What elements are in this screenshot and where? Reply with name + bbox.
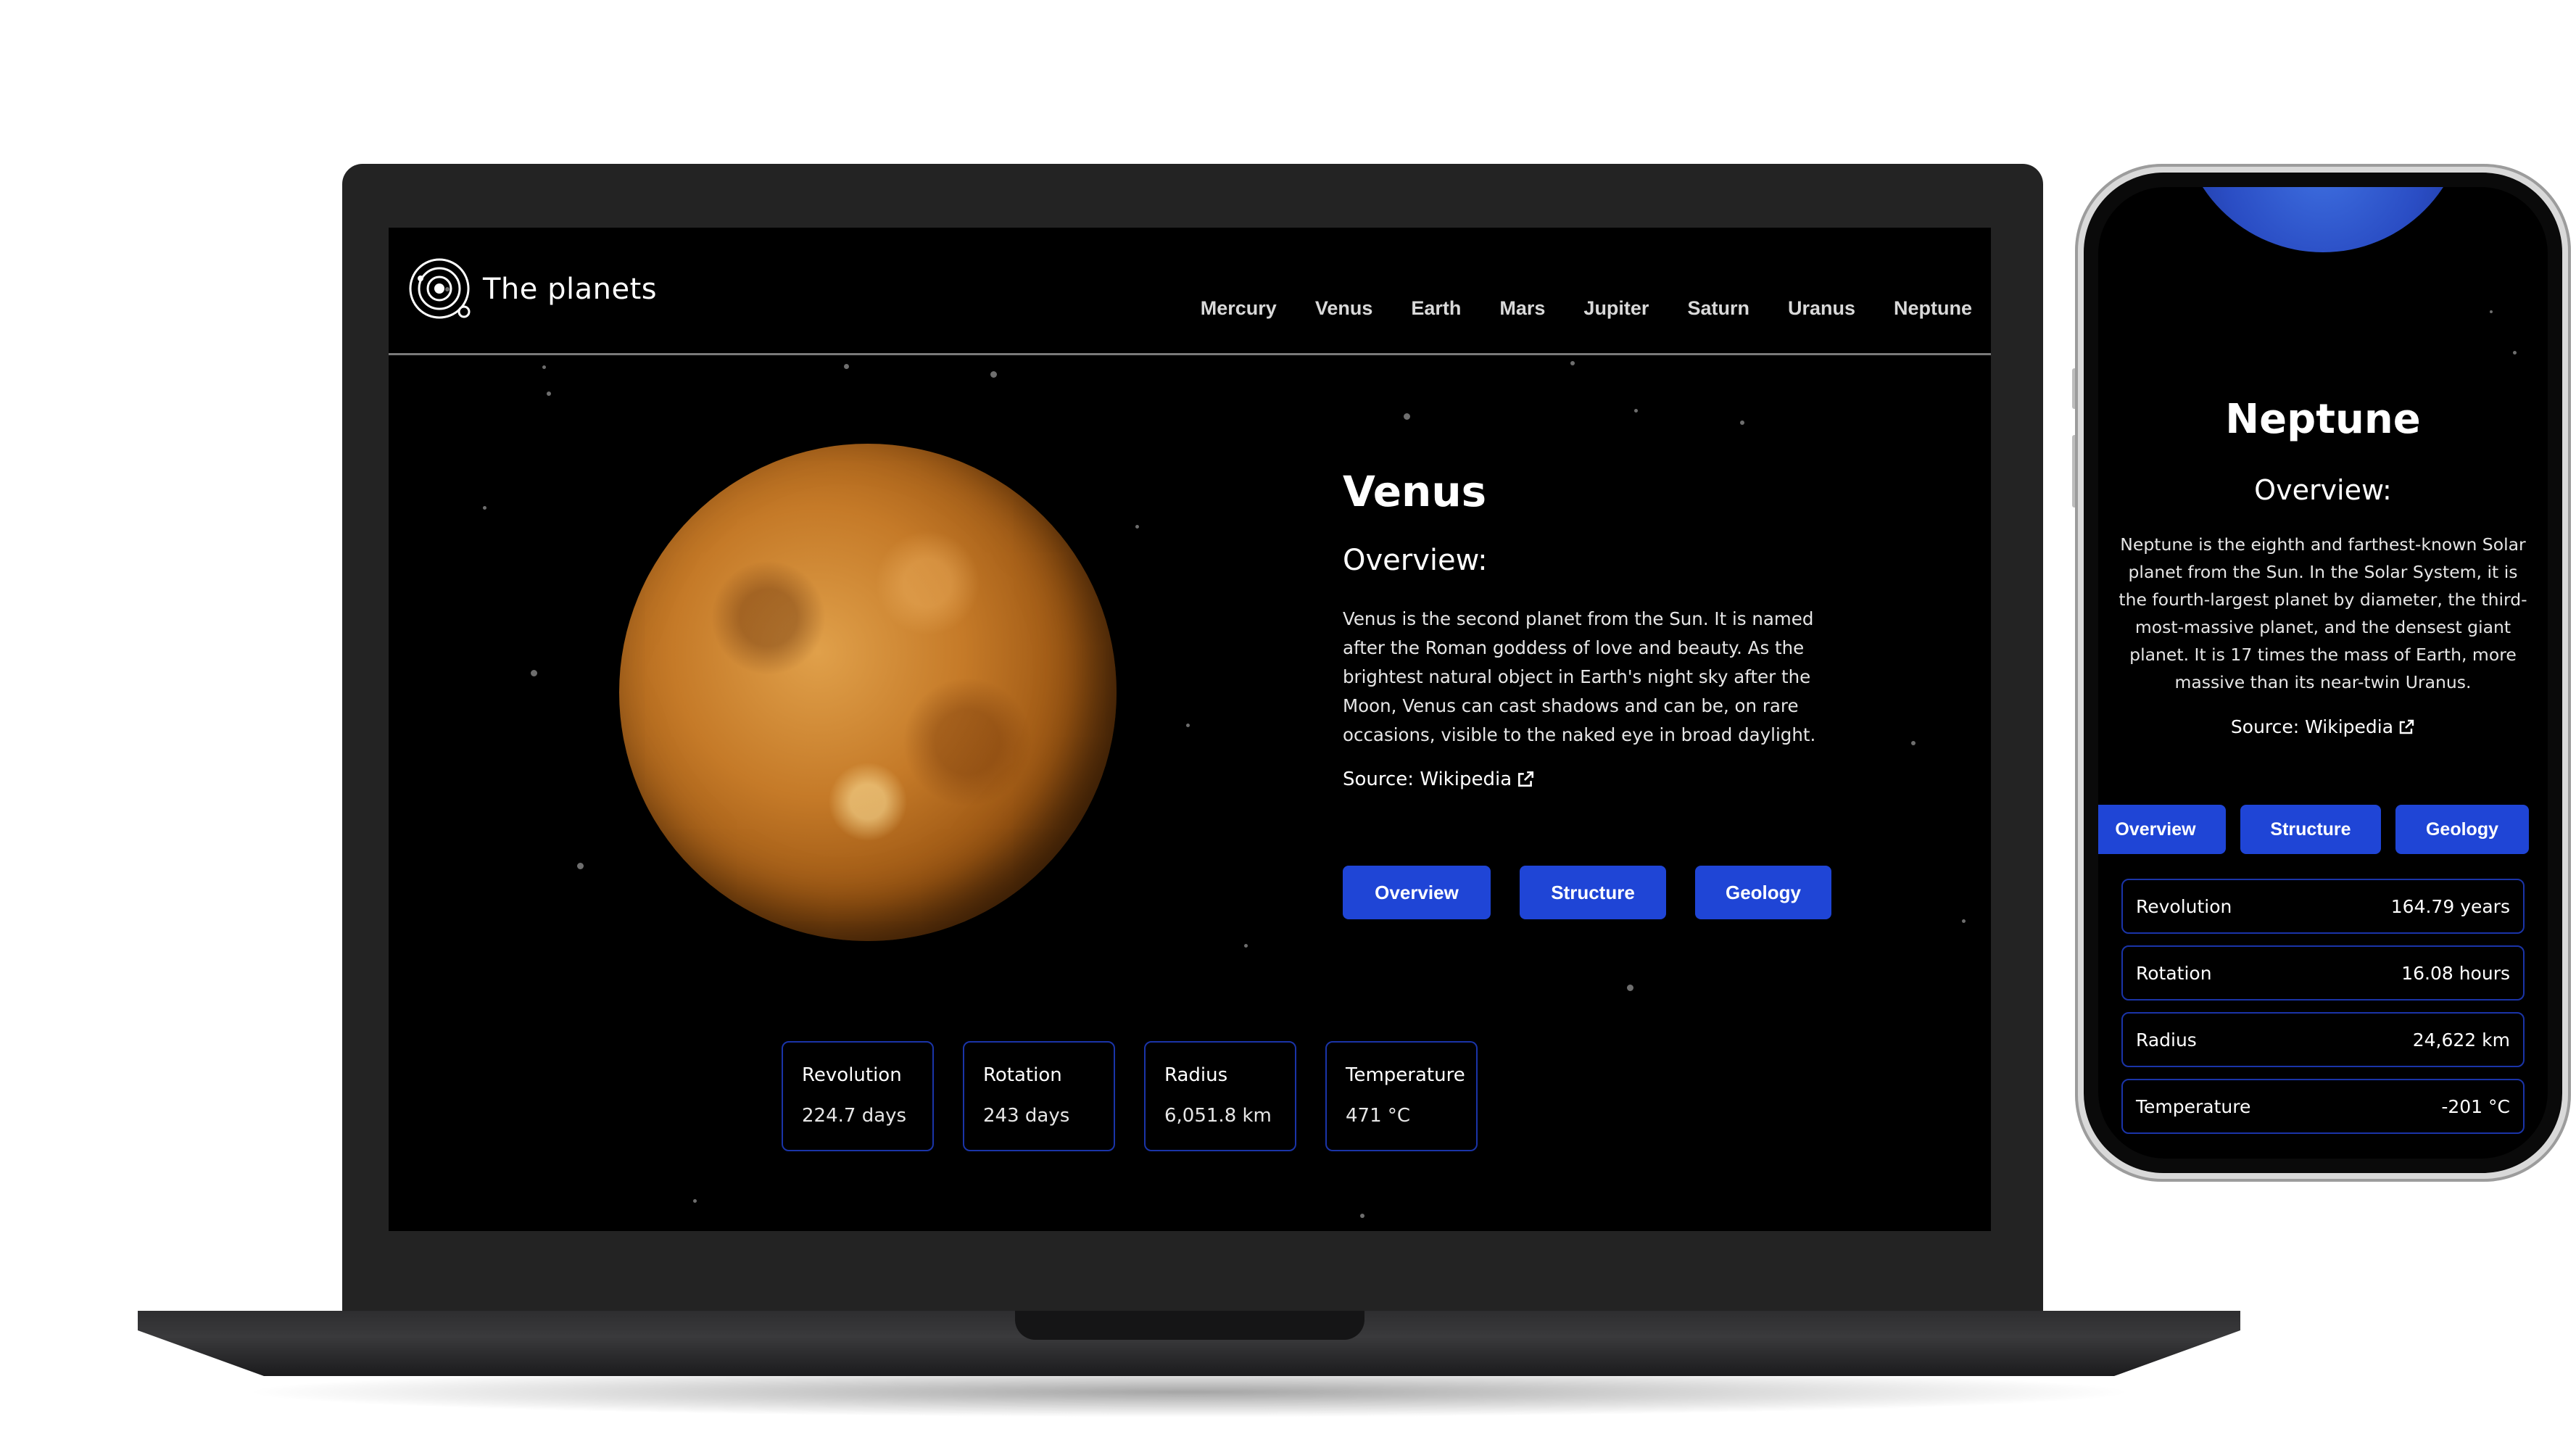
star [2513, 351, 2517, 355]
source-link[interactable]: Source: Wikipedia [1343, 768, 1850, 790]
planet-image-neptune [2179, 187, 2467, 252]
tab-structure[interactable]: Structure [1520, 866, 1666, 919]
stat-card-revolution: Revolution 224.7 days [782, 1041, 934, 1151]
star [577, 863, 584, 869]
stat-value: 164.79 years [2390, 895, 2510, 917]
stat-label: Temperature [2136, 1095, 2251, 1117]
star [990, 371, 997, 378]
star [1404, 413, 1410, 420]
stat-label: Revolution [2136, 895, 2232, 917]
planet-tabs: Overview Structure Geology [1343, 866, 1831, 919]
mobile-source-link[interactable]: Source: Wikipedia [2098, 716, 2548, 737]
mobile-screen: Neptune Overview: Neptune is the eighth … [2098, 187, 2548, 1159]
star [2490, 310, 2493, 313]
star [1186, 724, 1190, 727]
stat-value: -201 °C [2441, 1095, 2510, 1117]
stat-value: 24,622 km [2412, 1029, 2510, 1051]
planet-image-venus [619, 444, 1117, 941]
stat-label: Rotation [2136, 962, 2212, 984]
stat-value: 471 °C [1346, 1105, 1411, 1127]
stat-value: 6,051.8 km [1164, 1105, 1272, 1127]
stat-card-temperature: Temperature 471 °C [1325, 1041, 1478, 1151]
star [1570, 361, 1575, 365]
tab-geology[interactable]: Geology [1695, 866, 1831, 919]
stat-label: Revolution [802, 1064, 902, 1086]
mobile-tab-structure[interactable]: Structure [2240, 805, 2381, 854]
planet-name: Venus [1343, 467, 1487, 516]
star [1634, 409, 1638, 413]
nav-item-uranus[interactable]: Uranus [1788, 297, 1855, 320]
nav-item-earth[interactable]: Earth [1411, 297, 1461, 320]
overview-heading: Overview: [1343, 544, 1488, 577]
external-link-icon [2399, 719, 2414, 734]
mobile-stat-rotation: Rotation 16.08 hours [2121, 945, 2525, 1000]
star [844, 364, 849, 369]
star [1244, 944, 1248, 948]
logo-text: The planets [483, 273, 658, 306]
stat-label: Rotation [983, 1064, 1062, 1086]
star [531, 670, 537, 676]
nav-item-mars[interactable]: Mars [1499, 297, 1545, 320]
mobile-planet-stats: Revolution 164.79 years Rotation 16.08 h… [2121, 879, 2525, 1146]
mobile-planet-tabs: Overview Structure Geology [2098, 805, 2529, 854]
planet-description: Venus is the second planet from the Sun.… [1343, 608, 1816, 745]
star [1360, 1214, 1364, 1218]
mobile-tab-geology[interactable]: Geology [2395, 805, 2529, 854]
mobile-planet-name: Neptune [2225, 396, 2421, 443]
tab-overview[interactable]: Overview [1343, 866, 1491, 919]
star [542, 365, 546, 369]
mobile-tab-overview[interactable]: Overview [2098, 805, 2226, 854]
star [483, 506, 486, 510]
mobile-overview-heading: Overview: [2254, 474, 2392, 506]
mobile-source-label: Source: Wikipedia [2230, 716, 2394, 737]
star [1135, 525, 1139, 529]
external-link-icon [1518, 771, 1534, 787]
stat-value: 243 days [983, 1105, 1070, 1127]
planet-stats: Revolution 224.7 days Rotation 243 days … [782, 1041, 1478, 1151]
stat-label: Temperature [1346, 1064, 1465, 1086]
stat-value: 16.08 hours [2401, 962, 2510, 984]
source-label: Source: Wikipedia [1343, 768, 1512, 790]
mobile-stat-revolution: Revolution 164.79 years [2121, 879, 2525, 934]
planet-nav: Mercury Venus Earth Mars Jupiter Saturn … [1201, 297, 1972, 320]
desktop-screen: The planets Mercury Venus Earth Mars Jup… [389, 228, 1991, 1231]
nav-item-saturn[interactable]: Saturn [1687, 297, 1749, 320]
site-logo[interactable]: The planets [407, 257, 657, 322]
mobile-stat-radius: Radius 24,622 km [2121, 1012, 2525, 1067]
nav-item-jupiter[interactable]: Jupiter [1583, 297, 1649, 320]
star [1740, 420, 1744, 425]
stat-card-rotation: Rotation 243 days [963, 1041, 1115, 1151]
stat-card-radius: Radius 6,051.8 km [1144, 1041, 1296, 1151]
star [547, 392, 551, 396]
planet-info: Venus Overview: Venus is the second plan… [1343, 467, 1850, 790]
nav-item-neptune[interactable]: Neptune [1894, 297, 1972, 320]
star [1962, 919, 1966, 923]
solar-system-icon [409, 258, 471, 319]
laptop-notch [1015, 1311, 1364, 1340]
star [1627, 985, 1633, 991]
stat-label: Radius [1164, 1064, 1228, 1086]
stat-label: Radius [2136, 1029, 2197, 1051]
star [693, 1199, 697, 1203]
mobile-planet-description: Neptune is the eighth and farthest-known… [2119, 534, 2527, 692]
mobile-stat-temperature: Temperature -201 °C [2121, 1079, 2525, 1134]
star [1911, 741, 1916, 745]
site-header: The planets Mercury Venus Earth Mars Jup… [389, 228, 1991, 355]
nav-item-venus[interactable]: Venus [1315, 297, 1373, 320]
stat-value: 224.7 days [802, 1105, 907, 1127]
nav-item-mercury[interactable]: Mercury [1201, 297, 1277, 320]
